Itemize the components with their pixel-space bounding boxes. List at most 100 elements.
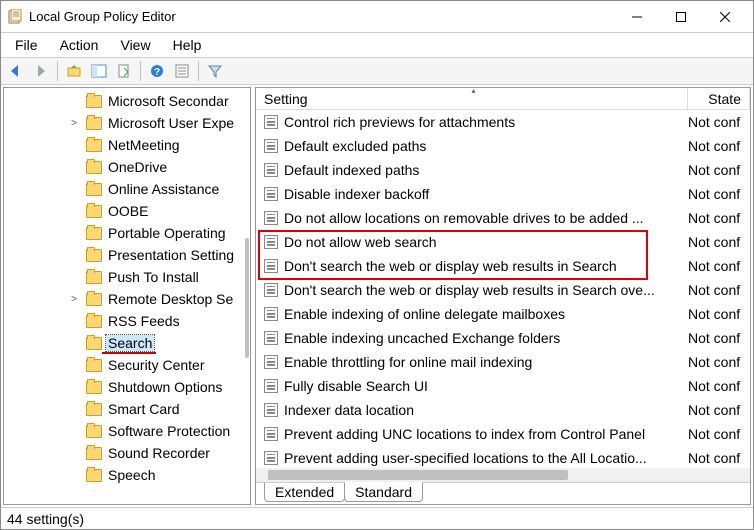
folder-icon <box>86 205 102 218</box>
cell-setting: Don't search the web or display web resu… <box>256 282 688 298</box>
list-header: Setting ▴ State <box>256 88 750 110</box>
export-button[interactable] <box>113 60 135 82</box>
list-row[interactable]: Prevent adding user-specified locations … <box>256 446 750 470</box>
tree-item-label: Microsoft Secondar <box>106 92 231 110</box>
tree-item[interactable]: Smart Card <box>64 398 250 420</box>
menu-help[interactable]: Help <box>163 35 212 55</box>
expand-icon[interactable]: > <box>68 118 80 129</box>
folder-icon <box>86 359 102 372</box>
list-row[interactable]: Enable indexing of online delegate mailb… <box>256 302 750 326</box>
list-row[interactable]: Default excluded pathsNot conf <box>256 134 750 158</box>
setting-text: Enable indexing of online delegate mailb… <box>284 306 565 322</box>
tree-item-label: OOBE <box>106 202 150 220</box>
setting-text: Don't search the web or display web resu… <box>284 258 617 274</box>
policy-icon <box>264 187 278 201</box>
folder-icon <box>86 249 102 262</box>
tree-item[interactable]: > Microsoft User Expe <box>64 112 250 134</box>
cell-setting: Enable indexing uncached Exchange folder… <box>256 330 688 346</box>
tree-item-label: Microsoft User Expe <box>106 114 236 132</box>
tree-pane: Microsoft Secondar > Microsoft User Expe Ne… <box>3 87 251 505</box>
policy-icon <box>264 211 278 225</box>
list-row[interactable]: Don't search the web or display web resu… <box>256 278 750 302</box>
tree-item-label: Security Center <box>106 356 206 374</box>
cell-state: Not conf <box>688 402 750 418</box>
tab-standard[interactable]: Standard <box>344 482 423 502</box>
tree-item-label: Search <box>106 335 154 351</box>
cell-setting: Enable throttling for online mail indexi… <box>256 354 688 370</box>
tree-item-label: Smart Card <box>106 400 182 418</box>
minimize-button[interactable] <box>615 2 659 32</box>
cell-setting: Prevent adding UNC locations to index fr… <box>256 426 688 442</box>
column-setting[interactable]: Setting ▴ <box>256 88 688 109</box>
cell-setting: Prevent adding user-specified locations … <box>256 450 688 466</box>
tree-item[interactable]: Security Center <box>64 354 250 376</box>
tree-item-label: Portable Operating <box>106 224 228 242</box>
list-row[interactable]: Control rich previews for attachmentsNot… <box>256 110 750 134</box>
tree-item[interactable]: Push To Install <box>64 266 250 288</box>
filter-button[interactable] <box>204 60 226 82</box>
list-body: Control rich previews for attachmentsNot… <box>256 110 750 482</box>
cell-state: Not conf <box>688 258 750 274</box>
help-button[interactable]: ? <box>146 60 168 82</box>
forward-button[interactable] <box>30 60 52 82</box>
tree-scrollbar[interactable] <box>244 88 250 504</box>
list-hscrollbar[interactable] <box>256 468 750 482</box>
list-row[interactable]: Default indexed pathsNot conf <box>256 158 750 182</box>
list-row[interactable]: Disable indexer backoffNot conf <box>256 182 750 206</box>
tree-item-label: Push To Install <box>106 268 201 286</box>
policy-icon <box>264 283 278 297</box>
show-tree-button[interactable] <box>88 60 110 82</box>
tree-item[interactable]: NetMeeting <box>64 134 250 156</box>
tree-item[interactable]: Portable Operating <box>64 222 250 244</box>
tree-item[interactable]: Online Assistance <box>64 178 250 200</box>
close-button[interactable] <box>703 2 747 32</box>
tabs: Extended Standard <box>256 482 750 504</box>
column-state[interactable]: State <box>688 88 750 109</box>
list-row[interactable]: Do not allow locations on removable driv… <box>256 206 750 230</box>
tree-item[interactable]: Software Protection <box>64 420 250 442</box>
content-area: Microsoft Secondar > Microsoft User Expe Ne… <box>1 85 753 507</box>
policy-icon <box>264 115 278 129</box>
menu-file[interactable]: File <box>5 35 48 55</box>
maximize-button[interactable] <box>659 2 703 32</box>
list-row[interactable]: Prevent adding UNC locations to index fr… <box>256 422 750 446</box>
tree-item[interactable]: OneDrive <box>64 156 250 178</box>
tree-item[interactable]: Microsoft Secondar <box>64 90 250 112</box>
tree-item[interactable]: RSS Feeds <box>64 310 250 332</box>
list-row[interactable]: Do not allow web searchNot conf <box>256 230 750 254</box>
titlebar: Local Group Policy Editor <box>1 1 753 33</box>
cell-setting: Do not allow locations on removable driv… <box>256 210 688 226</box>
policy-icon <box>264 307 278 321</box>
tree-item-label: NetMeeting <box>106 136 182 154</box>
tree-item[interactable]: Speech <box>64 464 250 486</box>
cell-state: Not conf <box>688 378 750 394</box>
tree-item[interactable]: Shutdown Options <box>64 376 250 398</box>
cell-state: Not conf <box>688 426 750 442</box>
list-row[interactable]: Fully disable Search UINot conf <box>256 374 750 398</box>
list-row[interactable]: Indexer data locationNot conf <box>256 398 750 422</box>
list-row[interactable]: Enable throttling for online mail indexi… <box>256 350 750 374</box>
menu-action[interactable]: Action <box>50 35 109 55</box>
policy-icon <box>264 139 278 153</box>
tree-item-label: Speech <box>106 466 157 484</box>
setting-text: Prevent adding user-specified locations … <box>284 450 647 466</box>
list-row[interactable]: Enable indexing uncached Exchange folder… <box>256 326 750 350</box>
up-button[interactable] <box>63 60 85 82</box>
menu-view[interactable]: View <box>110 35 160 55</box>
tree-item[interactable]: Sound Recorder <box>64 442 250 464</box>
tree-item[interactable]: Presentation Setting <box>64 244 250 266</box>
setting-text: Disable indexer backoff <box>284 186 429 202</box>
folder-icon <box>86 117 102 130</box>
tab-extended[interactable]: Extended <box>264 483 345 502</box>
back-button[interactable] <box>5 60 27 82</box>
properties-button[interactable] <box>171 60 193 82</box>
cell-setting: Default indexed paths <box>256 162 688 178</box>
tree-item[interactable]: Search <box>64 332 250 354</box>
list-row[interactable]: Don't search the web or display web resu… <box>256 254 750 278</box>
cell-state: Not conf <box>688 306 750 322</box>
tree-item-label: Remote Desktop Se <box>106 290 235 308</box>
tree-item[interactable]: OOBE <box>64 200 250 222</box>
toolbar-separator <box>198 61 199 81</box>
tree-item[interactable]: > Remote Desktop Se <box>64 288 250 310</box>
expand-icon[interactable]: > <box>68 294 80 305</box>
